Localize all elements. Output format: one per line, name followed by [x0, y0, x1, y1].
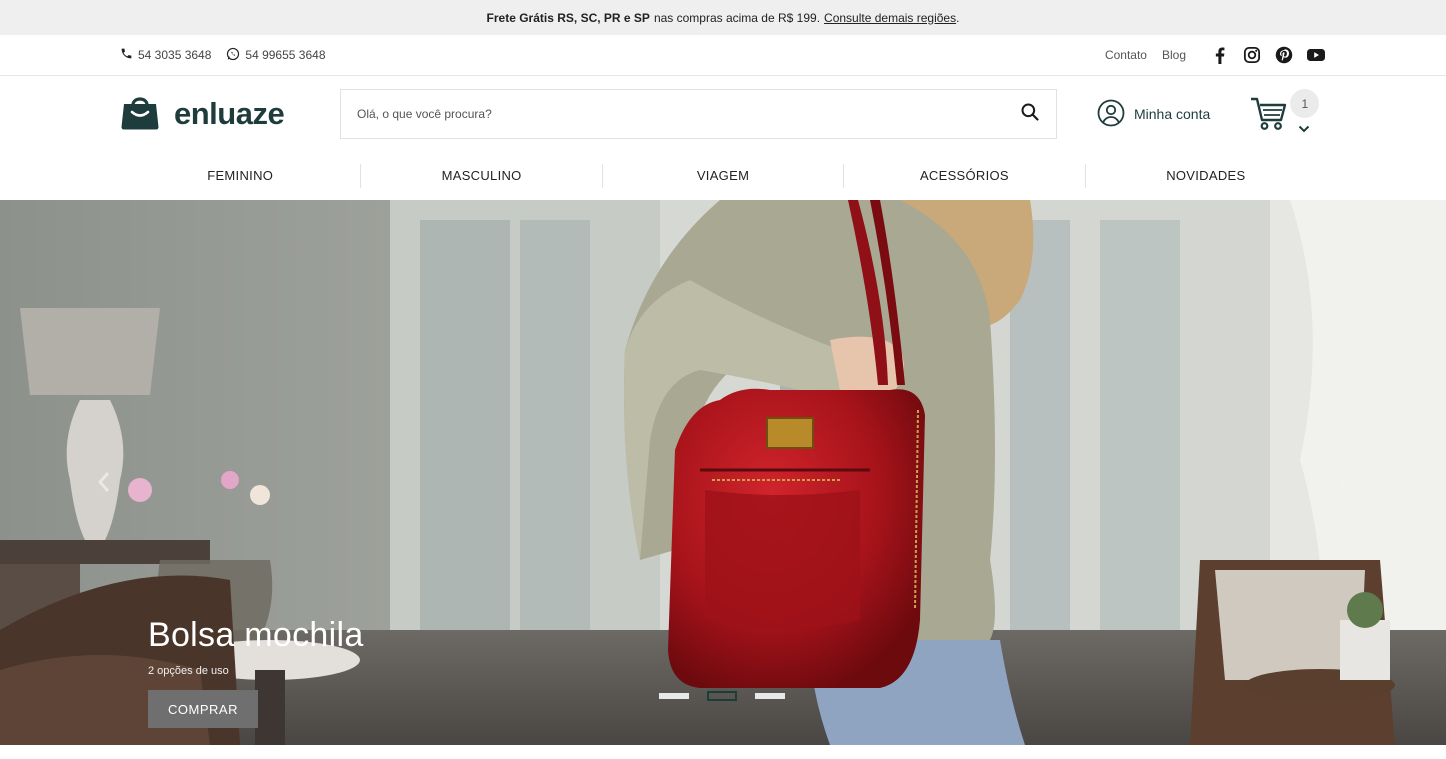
carousel-next-button[interactable]: [1330, 470, 1350, 498]
cart-icon: [1250, 97, 1288, 136]
promo-text: nas compras acima de R$ 199.: [653, 10, 821, 25]
logo-text: enluaze: [174, 96, 285, 131]
chevron-down-icon[interactable]: [1298, 120, 1310, 138]
nav-item-feminino[interactable]: FEMININO: [120, 164, 362, 188]
site-header: enluaze Minha conta 1: [0, 76, 1446, 152]
cart-count-badge: 1: [1290, 89, 1320, 118]
youtube-icon[interactable]: [1306, 45, 1326, 65]
nav-item-novidades[interactable]: NOVIDADES: [1086, 164, 1326, 188]
user-icon: [1097, 99, 1134, 130]
nav-item-viagem[interactable]: VIAGEM: [603, 164, 845, 188]
search-input[interactable]: [357, 107, 957, 121]
whatsapp-item[interactable]: 54 99655 3648: [226, 47, 326, 64]
promo-end: .: [956, 10, 960, 25]
social-links: [1198, 45, 1326, 65]
carousel-dot-active[interactable]: [707, 691, 737, 701]
contact-bar: 54 3035 3648 54 99655 3648 Contato Blog: [0, 35, 1446, 76]
hero-title: Bolsa mochila: [148, 616, 364, 654]
promo-bar: Frete Grátis RS, SC, PR e SP nas compras…: [0, 0, 1446, 35]
promo-regions-link[interactable]: Consulte demais regiões: [824, 11, 956, 25]
contact-link[interactable]: Contato: [1105, 48, 1147, 62]
contact-links: Contato Blog: [1090, 45, 1326, 65]
chevron-right-icon: [1333, 471, 1347, 498]
hero-subtitle: 2 opções de uso: [148, 665, 229, 677]
whatsapp-icon: [226, 47, 245, 64]
carousel-dots: [659, 691, 803, 701]
phone-number: 54 3035 3648: [138, 48, 212, 62]
promo-bold-text: Frete Grátis RS, SC, PR e SP: [486, 10, 650, 25]
main-nav: FEMININO MASCULINO VIAGEM ACESSÓRIOS NOV…: [0, 152, 1446, 200]
contact-phones: 54 3035 3648 54 99655 3648: [120, 47, 341, 64]
pinterest-icon[interactable]: [1274, 45, 1294, 65]
phone-item[interactable]: 54 3035 3648: [120, 47, 211, 63]
bag-logo-icon: [120, 94, 160, 135]
whatsapp-number: 54 99655 3648: [245, 48, 326, 62]
account-label: Minha conta: [1134, 106, 1211, 122]
instagram-icon[interactable]: [1242, 45, 1262, 65]
search-box: [340, 89, 1057, 139]
carousel-dot[interactable]: [755, 693, 785, 699]
hero-banner: Bolsa mochila 2 opções de uso COMPRAR: [0, 200, 1446, 745]
hero-background-image: [0, 200, 1446, 745]
facebook-icon[interactable]: [1210, 45, 1230, 65]
nav-item-masculino[interactable]: MASCULINO: [361, 164, 603, 188]
chevron-left-icon: [97, 471, 111, 498]
hero-buy-button[interactable]: COMPRAR: [148, 690, 258, 728]
nav-item-acessorios[interactable]: ACESSÓRIOS: [844, 164, 1086, 188]
carousel-prev-button[interactable]: [94, 470, 114, 498]
search-icon[interactable]: [1020, 102, 1040, 127]
site-logo[interactable]: enluaze: [120, 94, 340, 135]
account-link[interactable]: Minha conta: [1097, 99, 1210, 130]
cart-button[interactable]: 1: [1250, 89, 1322, 139]
phone-icon: [120, 47, 138, 63]
carousel-dot[interactable]: [659, 693, 689, 699]
blog-link[interactable]: Blog: [1162, 48, 1186, 62]
